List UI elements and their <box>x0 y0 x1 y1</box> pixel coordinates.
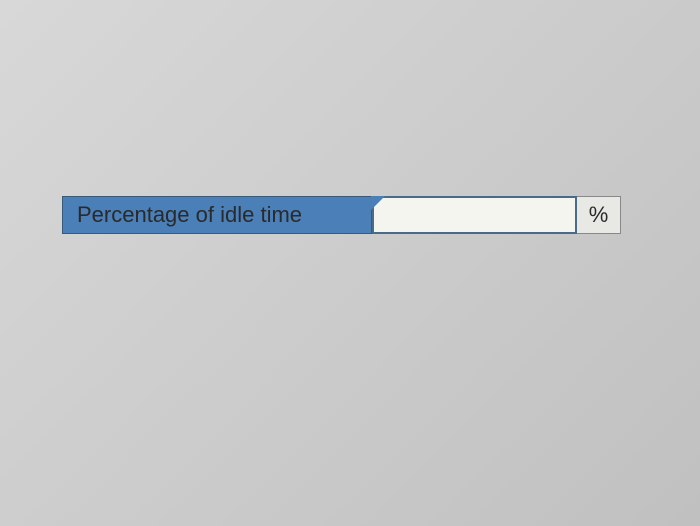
idle-time-unit-cell: % <box>577 196 621 234</box>
idle-time-label-cell: Percentage of idle time <box>62 196 372 234</box>
percent-unit: % <box>589 202 609 228</box>
idle-time-label: Percentage of idle time <box>77 202 302 228</box>
idle-time-input[interactable] <box>380 204 569 227</box>
idle-time-input-cell[interactable] <box>372 196 577 234</box>
idle-time-row: Percentage of idle time % <box>62 196 621 234</box>
